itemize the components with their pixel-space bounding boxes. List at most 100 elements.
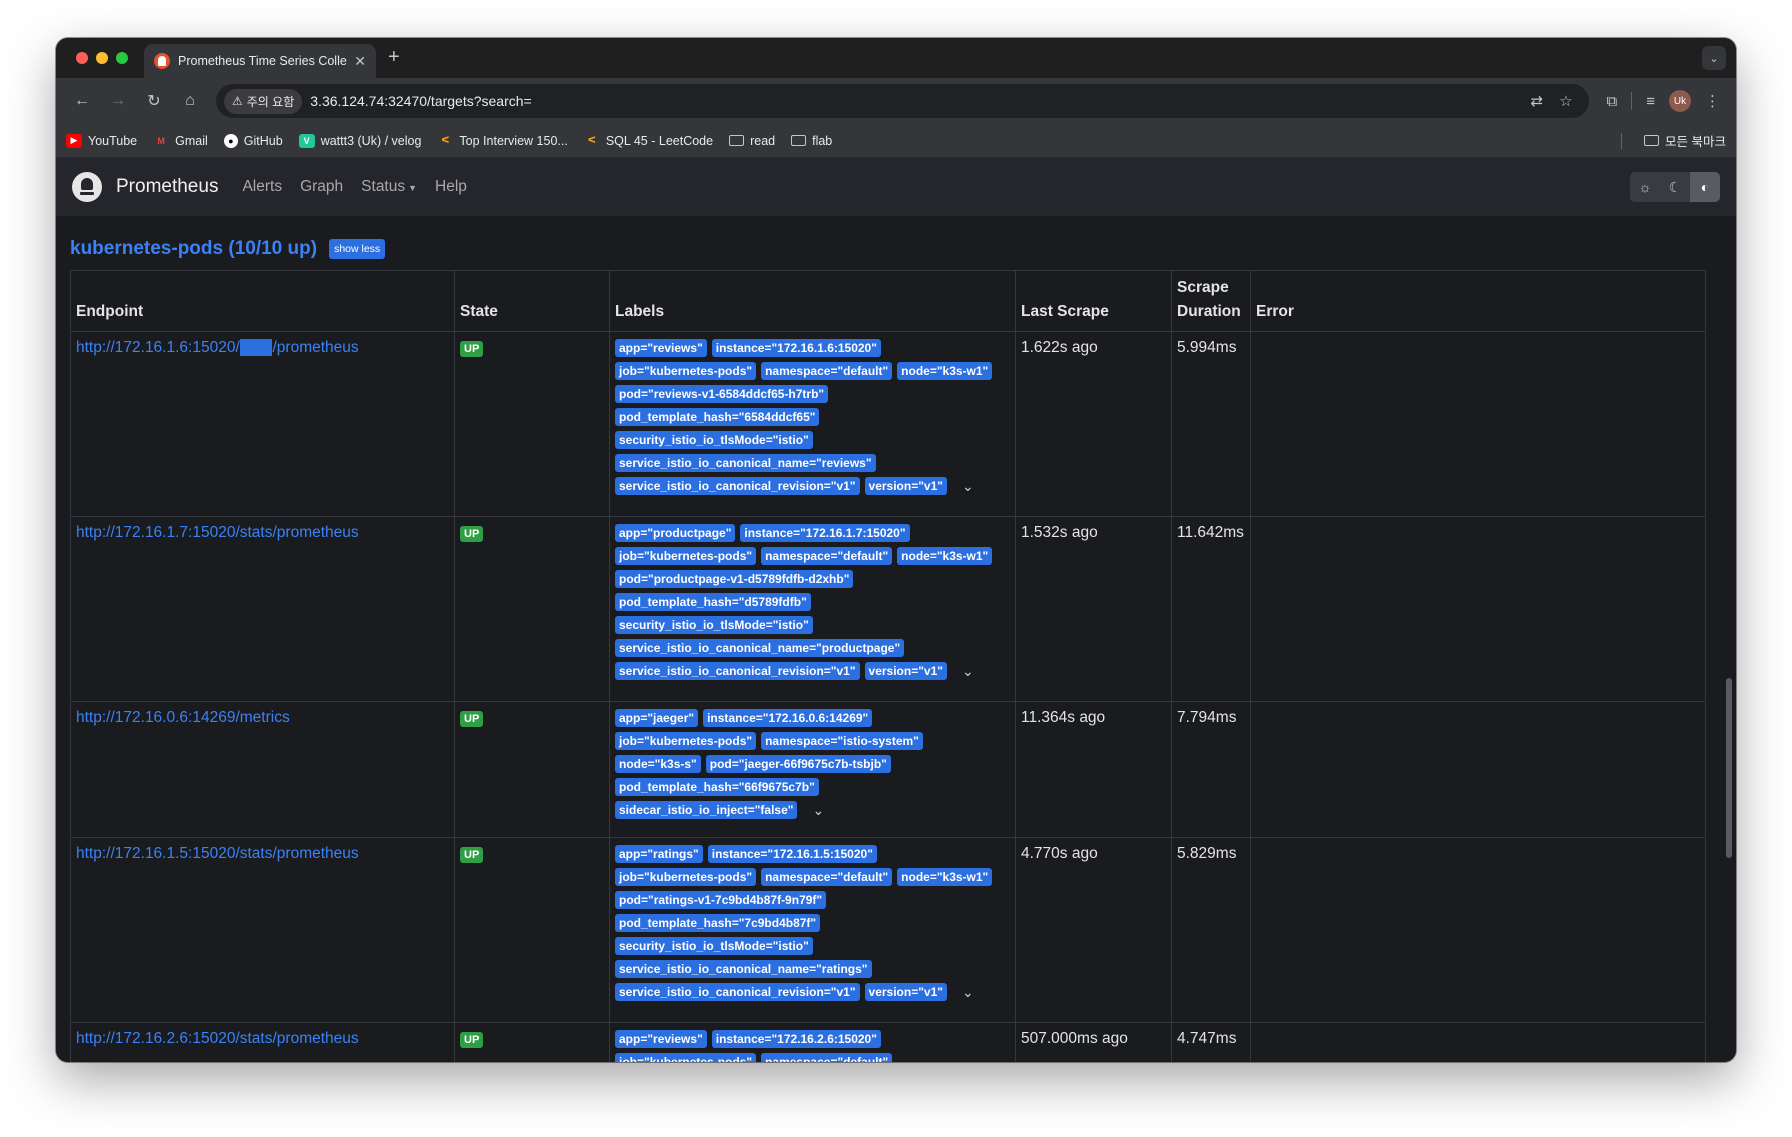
bookmark-gmail[interactable]: M Gmail <box>153 134 207 148</box>
brand-link[interactable]: Prometheus <box>116 176 218 198</box>
browser-window: Prometheus Time Series Colle ✕ + ⌄ ← → ↻… <box>56 38 1736 1062</box>
page-scrollbar[interactable] <box>1726 678 1732 858</box>
leetcode-icon: ᐸ <box>587 135 596 145</box>
endpoint-selected-text: stats <box>239 339 273 356</box>
caret-down-icon: ▼ <box>408 183 418 193</box>
bookmark-label: Top Interview 150... <box>459 133 568 148</box>
status-badge: UP <box>460 526 484 542</box>
bookmark-label: GitHub <box>243 133 283 148</box>
more-menu-icon[interactable]: ⋮ <box>1705 92 1720 110</box>
show-less-button[interactable]: show less <box>329 239 386 259</box>
reload-icon[interactable]: ↻ <box>138 85 170 117</box>
expand-labels-chevron-icon[interactable]: ⌄ <box>962 478 974 495</box>
home-icon[interactable]: ⌂ <box>174 85 206 117</box>
label-badge: job="kubernetes-pods" <box>615 1053 757 1062</box>
bookmark-github[interactable]: ● GitHub <box>223 133 283 148</box>
endpoint-cell: http://172.16.1.6:15020/stats/prometheus <box>70 331 455 517</box>
table-row: http://172.16.1.7:15020/stats/prometheus… <box>70 516 1706 702</box>
endpoint-link[interactable]: http://172.16.1.7:15020/stats/prometheus <box>76 524 359 541</box>
maximize-window-button[interactable] <box>116 52 128 64</box>
col-scrape-duration-line2: Duration <box>1177 303 1241 320</box>
status-badge: UP <box>460 341 484 357</box>
nav-graph[interactable]: Graph <box>300 178 343 196</box>
endpoint-cell: http://172.16.1.5:15020/stats/prometheus <box>70 837 455 1023</box>
bookmark-sql45[interactable]: ᐸ SQL 45 - LeetCode <box>584 134 713 148</box>
label-badge: instance="172.16.1.6:15020" <box>711 339 881 357</box>
label-badge: node="k3s-s" <box>615 755 701 773</box>
labels-list: app="ratings" instance="172.16.1.5:15020"… <box>615 845 995 1001</box>
expand-labels-chevron-icon[interactable]: ⌄ <box>962 984 974 1001</box>
label-badge: namespace="default" <box>761 362 893 380</box>
forward-arrow-icon[interactable]: → <box>102 85 134 117</box>
dark-theme-moon-icon[interactable]: ☾ <box>1660 172 1690 202</box>
table-row: http://172.16.1.6:15020/stats/prometheus… <box>70 331 1706 517</box>
labels-list: app="reviews" instance="172.16.2.6:15020"… <box>615 1030 995 1062</box>
tab-title: Prometheus Time Series Colle <box>178 54 347 68</box>
expand-labels-chevron-icon[interactable]: ⌄ <box>812 802 824 819</box>
expand-labels-chevron-icon[interactable]: ⌄ <box>962 663 974 680</box>
back-arrow-icon[interactable]: ← <box>66 85 98 117</box>
label-badge: service_istio_io_canonical_name="ratings… <box>615 960 872 978</box>
endpoint-link[interactable]: http://172.16.0.6:14269/metrics <box>76 709 290 726</box>
bookmark-label: flab <box>812 133 833 148</box>
nav-help[interactable]: Help <box>435 178 467 196</box>
scrape-pool-title[interactable]: kubernetes-pods (10/10 up) <box>70 238 317 260</box>
endpoint-cell: http://172.16.2.6:15020/stats/prometheus <box>70 1022 455 1062</box>
bookmark-star-icon[interactable]: ☆ <box>1559 92 1572 110</box>
col-labels: Labels <box>609 270 1016 332</box>
status-badge: UP <box>460 847 484 863</box>
bookmark-top-interview[interactable]: ᐸ Top Interview 150... <box>437 134 567 148</box>
prometheus-logo-icon[interactable] <box>72 172 102 202</box>
extensions-icon[interactable]: ⧉ <box>1607 93 1618 110</box>
endpoint-link[interactable]: http://172.16.1.6:15020/stats/prometheus <box>76 339 359 356</box>
table-row: http://172.16.0.6:14269/metrics UP app="ja… <box>70 701 1706 838</box>
minimize-window-button[interactable] <box>96 52 108 64</box>
labels-cell: app="ratings" instance="172.16.1.5:15020"… <box>609 837 1016 1023</box>
label-badge: job="kubernetes-pods" <box>615 868 757 886</box>
state-cell: UP <box>454 331 610 517</box>
reading-list-icon[interactable]: ≡ <box>1646 93 1655 110</box>
prometheus-page: Prometheus Alerts Graph Status ▼ Help ☼ ☾… <box>56 158 1736 1062</box>
profile-avatar[interactable]: Uk <box>1669 90 1691 112</box>
tab-close-icon[interactable]: ✕ <box>354 53 366 70</box>
bookmark-youtube[interactable]: ▶ YouTube <box>66 133 137 148</box>
leetcode-icon: ᐸ <box>441 135 450 145</box>
last-scrape-cell: 1.532s ago <box>1015 516 1172 702</box>
status-badge: UP <box>460 711 484 727</box>
all-bookmarks-button[interactable]: 모든 북마크 <box>1644 131 1726 150</box>
warning-triangle-icon: ⚠ <box>232 94 243 108</box>
nav-alerts[interactable]: Alerts <box>242 178 282 196</box>
url-text[interactable]: 3.36.124.74:32470/targets?search= <box>310 93 1522 109</box>
labels-cell: app="jaeger" instance="172.16.0.6:14269" j… <box>609 701 1016 838</box>
auto-theme-contrast-icon[interactable]: ◐ <box>1690 172 1720 202</box>
label-badge: namespace="istio-system" <box>761 732 923 750</box>
targets-content: kubernetes-pods (10/10 up) show less End… <box>56 216 1736 1062</box>
state-cell: UP <box>454 701 610 838</box>
close-window-button[interactable] <box>76 52 88 64</box>
endpoint-link[interactable]: http://172.16.2.6:15020/stats/prometheus <box>76 1030 359 1047</box>
translate-icon[interactable]: ⇄ <box>1530 92 1543 110</box>
label-badge: security_istio_io_tlsMode="istio" <box>615 616 813 634</box>
browser-tab[interactable]: Prometheus Time Series Colle ✕ <box>144 44 376 78</box>
new-tab-icon[interactable]: + <box>388 46 400 69</box>
security-warning-label: 주의 요함 <box>246 94 295 109</box>
bookmark-velog[interactable]: V wattt3 (Uk) / velog <box>298 133 421 148</box>
label-badge: service_istio_io_canonical_revision="v1" <box>615 477 860 495</box>
security-warning-chip[interactable]: ⚠ 주의 요함 <box>224 88 303 114</box>
endpoint-text: /prometheus <box>272 339 359 356</box>
endpoint-link[interactable]: http://172.16.1.5:15020/stats/prometheus <box>76 845 359 862</box>
youtube-icon: ▶ <box>66 133 82 148</box>
bookmark-folder-flab[interactable]: flab <box>791 134 832 148</box>
address-bar[interactable]: ⚠ 주의 요함 3.36.124.74:32470/targets?search… <box>216 84 1589 118</box>
bookmark-folder-read[interactable]: read <box>729 134 775 148</box>
label-badge: app="productpage" <box>615 524 736 542</box>
label-badge: security_istio_io_tlsMode="istio" <box>615 937 813 955</box>
last-scrape-cell: 1.622s ago <box>1015 331 1172 517</box>
labels-cell: app="reviews" instance="172.16.1.6:15020"… <box>609 331 1016 517</box>
toolbar-separator <box>1631 92 1633 110</box>
nav-status-dropdown[interactable]: Status ▼ <box>361 178 417 196</box>
label-badge: app="ratings" <box>615 845 703 863</box>
endpoint-text: http://172.16.1.5:15020/stats/prometheus <box>76 845 359 862</box>
light-theme-sun-icon[interactable]: ☼ <box>1630 172 1660 202</box>
tab-search-chevron-icon[interactable]: ⌄ <box>1702 46 1726 70</box>
